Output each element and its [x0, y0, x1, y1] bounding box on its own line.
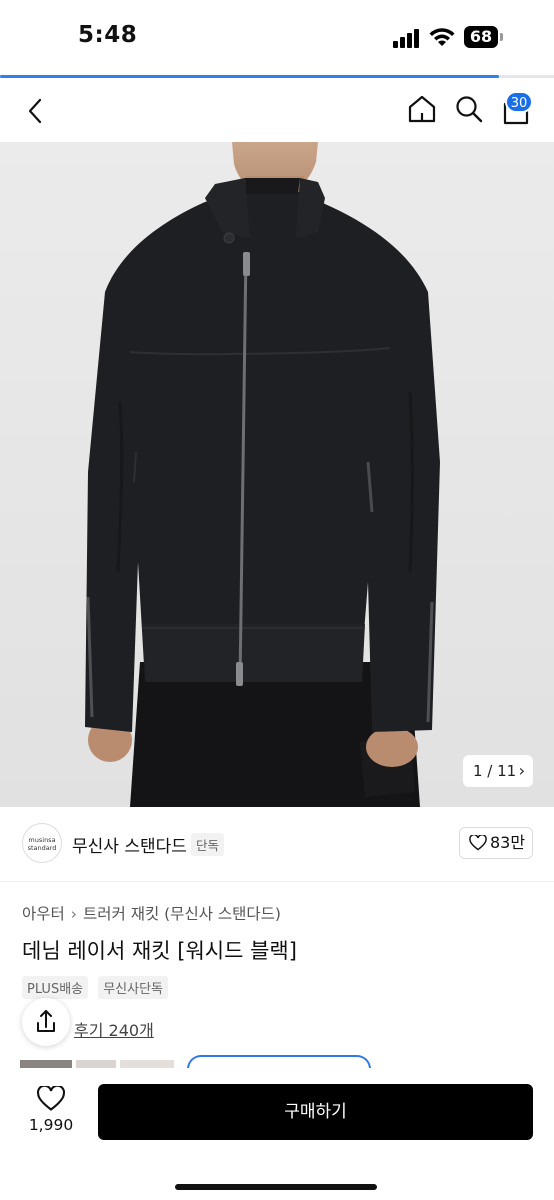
image-pagination[interactable]: 1 / 11 ›: [463, 755, 533, 787]
breadcrumb-subcategory[interactable]: 트러커 재킷 (무신사 스탠다드): [83, 905, 281, 923]
brand-logo-line1: musinsa: [28, 836, 56, 844]
battery-indicator: 68: [464, 26, 498, 48]
breadcrumb-chevron-icon: ›: [70, 905, 77, 923]
battery-tip: [500, 33, 503, 41]
brand-name[interactable]: 무신사 스탠다드: [72, 832, 187, 857]
brand-like-count: 83만: [490, 833, 526, 852]
brand-exclusive-tag: 단독: [191, 833, 225, 856]
product-tags: PLUS배송 무신사단독: [22, 976, 173, 999]
breadcrumb: 아우터 › 트러커 재킷 (무신사 스탠다드): [22, 902, 281, 924]
product-title: 데님 레이서 재킷 [워시드 블랙]: [22, 939, 297, 963]
jacket-photo: [0, 142, 554, 807]
cart-count-badge: 30: [505, 91, 533, 113]
image-counter-text: 1 / 11: [473, 762, 517, 780]
wishlist-count: 1,990: [28, 1116, 74, 1134]
status-time: 5:48: [78, 22, 138, 48]
tag-exclusive: 무신사단독: [98, 976, 169, 999]
cellular-signal-icon: [393, 28, 423, 48]
tag-plus-delivery: PLUS배송: [22, 976, 89, 999]
share-icon: [37, 1010, 55, 1032]
home-indicator: [175, 1184, 377, 1190]
thumbnail-strip: [20, 1060, 174, 1068]
buy-button[interactable]: 구매하기: [98, 1084, 533, 1140]
brand-logo-line2: standard: [27, 844, 57, 852]
wishlist-button[interactable]: [22, 1084, 80, 1116]
breadcrumb-category[interactable]: 아우터: [22, 905, 65, 923]
heart-icon: [469, 835, 487, 851]
top-navigation: [0, 78, 554, 142]
share-button[interactable]: [22, 998, 70, 1046]
review-link[interactable]: 후기 240개: [74, 1017, 154, 1041]
wifi-icon: [429, 28, 455, 46]
brand-logo[interactable]: musinsa standard: [22, 823, 62, 863]
heart-icon: [36, 1084, 66, 1111]
brand-row: musinsa standard 무신사 스탠다드 단독 83만: [0, 807, 554, 882]
product-image[interactable]: [0, 142, 554, 807]
search-icon[interactable]: [455, 95, 483, 123]
chevron-right-icon: ›: [518, 761, 525, 780]
home-icon[interactable]: [407, 94, 437, 124]
status-bar: 5:48 68: [0, 0, 554, 76]
brand-like-button[interactable]: 83만: [459, 827, 533, 859]
back-icon[interactable]: [26, 98, 46, 124]
